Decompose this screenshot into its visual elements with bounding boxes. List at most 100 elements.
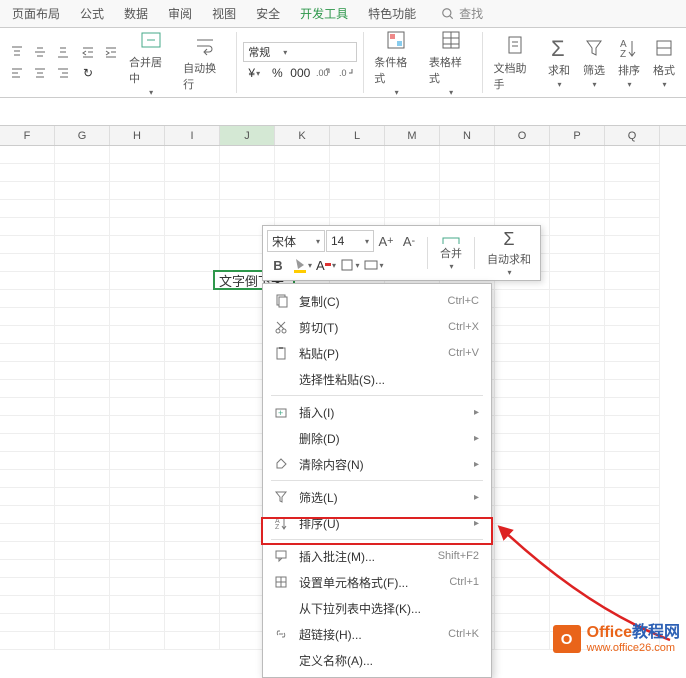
col-header[interactable]: I (165, 126, 220, 145)
menu-item[interactable]: 删除(D)▸ (263, 425, 491, 451)
col-header[interactable]: N (440, 126, 495, 145)
sort-button[interactable]: AZ 排序▾ (613, 34, 645, 91)
menu-label: 从下拉列表中选择(K)... (299, 600, 479, 617)
clear-icon (271, 454, 291, 474)
merge-center-button[interactable]: 合并居中▾ (125, 26, 176, 99)
border-icon[interactable]: ▾ (339, 254, 361, 276)
paste-icon (271, 343, 291, 363)
align-bottom-icon[interactable] (52, 42, 74, 62)
mini-autosum-button[interactable]: Σ 自动求和▾ (482, 234, 536, 272)
menu-item[interactable]: 超链接(H)...Ctrl+K (263, 621, 491, 647)
link-icon (271, 624, 291, 644)
align-right-icon[interactable] (52, 63, 74, 83)
tab-review[interactable]: 审阅 (158, 0, 202, 28)
mini-font-select[interactable]: 宋体▾ (267, 230, 325, 252)
decrease-font-icon[interactable]: A- (398, 230, 420, 252)
watermark-brand: Office教程网 (587, 624, 680, 642)
indent-decrease-icon[interactable] (77, 42, 99, 62)
tab-special[interactable]: 特色功能 (358, 0, 426, 28)
tab-developer[interactable]: 开发工具 (290, 0, 358, 28)
currency-icon[interactable]: ¥▾ (243, 63, 265, 83)
increase-decimal-icon[interactable]: .00 (312, 63, 334, 83)
percent-icon[interactable]: % (266, 63, 288, 83)
menu-item[interactable]: 选择性粘贴(S)... (263, 366, 491, 392)
conditional-format-button[interactable]: 条件格式▾ (370, 26, 422, 99)
menu-item[interactable]: 从下拉列表中选择(K)... (263, 595, 491, 621)
col-header[interactable]: L (330, 126, 385, 145)
menu-item[interactable]: 剪切(T)Ctrl+X (263, 314, 491, 340)
menu-item[interactable]: 筛选(L)▸ (263, 484, 491, 510)
orientation-icon[interactable]: ↻ (77, 63, 99, 83)
col-header[interactable]: K (275, 126, 330, 145)
increase-font-icon[interactable]: A+ (375, 230, 397, 252)
menu-item[interactable]: 插入批注(M)...Shift+F2 (263, 543, 491, 569)
ribbon-tabs: 页面布局 公式 数据 审阅 视图 安全 开发工具 特色功能 查找 (0, 0, 686, 28)
table-style-button[interactable]: 表格样式▾ (425, 26, 477, 99)
svg-text:.0: .0 (339, 68, 347, 78)
svg-text:Z: Z (620, 49, 626, 60)
number-group: 常规▾ ¥▾ % 000 .00 .0 (237, 32, 364, 93)
tab-page-layout[interactable]: 页面布局 (2, 0, 70, 28)
menu-shortcut: Ctrl+X (448, 321, 479, 333)
search-area[interactable]: 查找 (441, 5, 483, 22)
tools-group: 文档助手 Σ 求和▾ 筛选▾ AZ 排序▾ 格式▾ (483, 32, 686, 93)
col-header[interactable]: F (0, 126, 55, 145)
column-headers: F G H I J K L M N O P Q (0, 126, 686, 146)
highlight-annotation (261, 517, 493, 545)
col-header[interactable]: H (110, 126, 165, 145)
col-header[interactable]: M (385, 126, 440, 145)
tab-view[interactable]: 视图 (202, 0, 246, 28)
col-header[interactable]: P (550, 126, 605, 145)
menu-shortcut: Ctrl+1 (449, 576, 479, 588)
fill-color-icon[interactable]: ▾ (291, 254, 313, 276)
indent-increase-icon[interactable] (100, 42, 122, 62)
align-center-icon[interactable] (29, 63, 51, 83)
tab-data[interactable]: 数据 (114, 0, 158, 28)
menu-label: 设置单元格格式(F)... (299, 574, 449, 591)
align-middle-icon[interactable] (29, 42, 51, 62)
col-header[interactable]: G (55, 126, 110, 145)
menu-shortcut: Ctrl+C (448, 295, 479, 307)
doc-helper-button[interactable]: 文档助手 (489, 32, 540, 94)
col-header[interactable]: O (495, 126, 550, 145)
menu-label: 删除(D) (299, 430, 470, 447)
cut-icon (271, 317, 291, 337)
filter-button[interactable]: 筛选▾ (578, 34, 610, 91)
col-header[interactable]: Q (605, 126, 660, 145)
menu-label: 复制(C) (299, 293, 448, 310)
col-header-selected[interactable]: J (220, 126, 275, 145)
align-group: ↻ 合并居中▾ 自动换行 (0, 32, 237, 93)
comma-icon[interactable]: 000 (289, 63, 311, 83)
wrap-text-button[interactable]: 自动换行 (179, 32, 230, 94)
watermark-logo: O (553, 625, 581, 653)
watermark: O Office教程网 www.office26.com (553, 624, 680, 654)
menu-shortcut: Ctrl+V (448, 347, 479, 359)
context-menu: 复制(C)Ctrl+C剪切(T)Ctrl+X粘贴(P)Ctrl+V选择性粘贴(S… (262, 283, 492, 678)
svg-text:+: + (278, 408, 283, 418)
menu-item[interactable]: 复制(C)Ctrl+C (263, 288, 491, 314)
merge-mini-icon[interactable]: ▾ (363, 254, 385, 276)
menu-label: 超链接(H)... (299, 626, 448, 643)
menu-shortcut: Ctrl+K (448, 628, 479, 640)
search-icon (441, 7, 455, 21)
tab-security[interactable]: 安全 (246, 0, 290, 28)
decrease-decimal-icon[interactable]: .0 (335, 63, 357, 83)
mini-merge-button[interactable]: 合并▾ (435, 234, 467, 272)
mini-size-select[interactable]: 14▾ (326, 230, 374, 252)
menu-item[interactable]: 定义名称(A)... (263, 647, 491, 673)
menu-label: 剪切(T) (299, 319, 448, 336)
menu-item[interactable]: 清除内容(N)▸ (263, 451, 491, 477)
menu-item[interactable]: 粘贴(P)Ctrl+V (263, 340, 491, 366)
tab-formulas[interactable]: 公式 (70, 0, 114, 28)
sum-button[interactable]: Σ 求和▾ (543, 34, 575, 91)
menu-item[interactable]: 设置单元格格式(F)...Ctrl+1 (263, 569, 491, 595)
align-left-icon[interactable] (6, 63, 28, 83)
font-color-icon[interactable]: A▾ (315, 254, 337, 276)
menu-item[interactable]: +插入(I)▸ (263, 399, 491, 425)
watermark-url: www.office26.com (587, 642, 680, 654)
align-top-icon[interactable] (6, 42, 28, 62)
menu-label: 清除内容(N) (299, 456, 470, 473)
bold-icon[interactable]: B (267, 254, 289, 276)
format-button[interactable]: 格式▾ (648, 34, 680, 91)
number-format-select[interactable]: 常规▾ (243, 42, 357, 62)
